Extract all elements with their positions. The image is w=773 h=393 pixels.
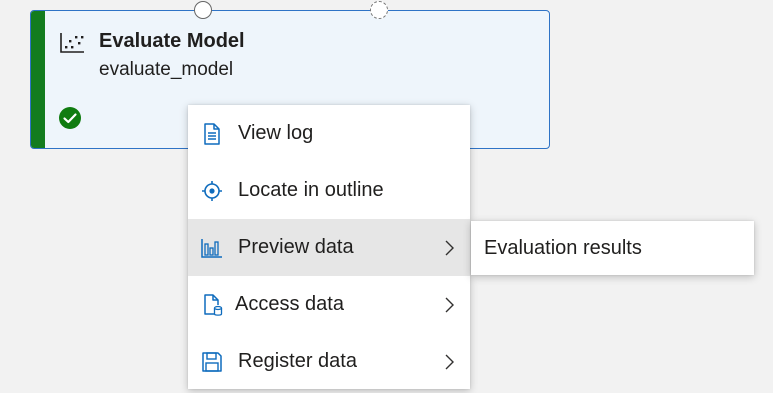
menu-item-label: View log <box>238 122 314 144</box>
node-title: Evaluate Model <box>99 30 245 52</box>
submenu-item-evaluation-results[interactable]: Evaluation results <box>471 221 754 275</box>
check-circle-icon <box>59 107 81 129</box>
menu-item-preview-data[interactable]: Preview data <box>188 219 470 276</box>
save-icon <box>202 351 222 372</box>
context-menu: View log Locate in outline Preview data … <box>188 105 470 389</box>
menu-item-access-data[interactable]: Access data <box>188 276 470 333</box>
chevron-right-icon <box>445 297 454 312</box>
chevron-right-icon <box>445 354 454 369</box>
preview-data-submenu: Evaluation results <box>471 221 754 275</box>
menu-item-label: Register data <box>238 350 357 372</box>
input-port[interactable] <box>194 1 212 19</box>
submenu-item-label: Evaluation results <box>484 236 642 259</box>
chevron-right-icon <box>445 240 454 255</box>
bar-chart-icon <box>201 238 222 258</box>
menu-item-label: Access data <box>235 293 344 315</box>
menu-item-label: Preview data <box>238 236 354 258</box>
locate-icon <box>202 180 222 201</box>
node-subtitle: evaluate_model <box>99 59 234 80</box>
menu-item-label: Locate in outline <box>238 179 384 201</box>
document-icon <box>204 122 220 145</box>
node-status-bar <box>31 11 45 148</box>
document-database-icon <box>204 293 223 316</box>
output-port[interactable] <box>370 1 388 19</box>
scatter-plot-icon <box>60 33 84 53</box>
menu-item-view-log[interactable]: View log <box>188 105 470 162</box>
menu-item-register-data[interactable]: Register data <box>188 333 470 390</box>
menu-item-locate-in-outline[interactable]: Locate in outline <box>188 162 470 219</box>
